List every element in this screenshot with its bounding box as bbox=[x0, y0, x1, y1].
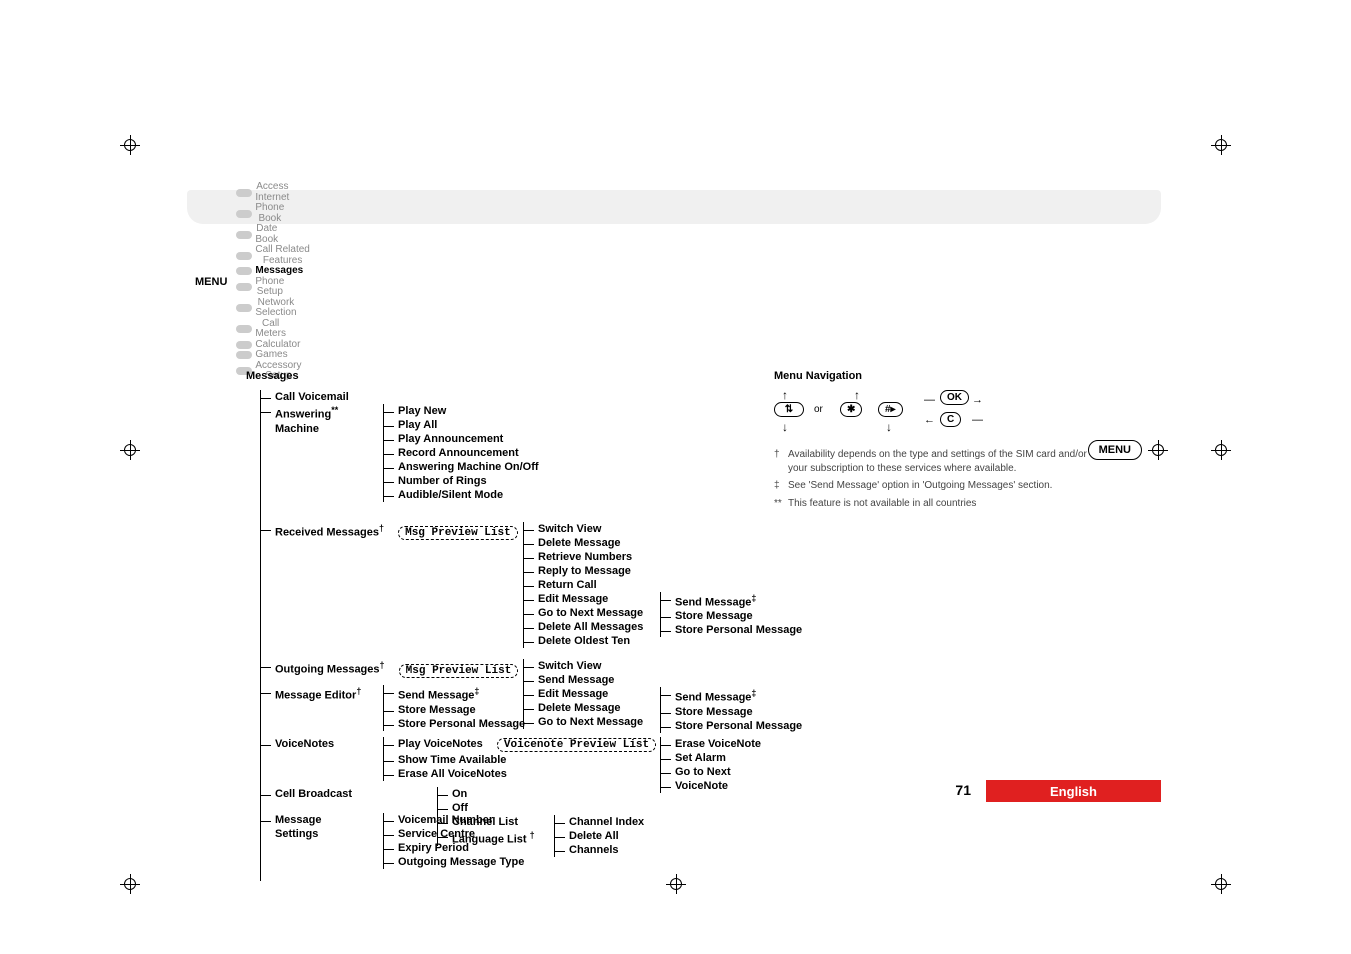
crop-mark bbox=[120, 135, 140, 155]
tree-item: Send Message‡ bbox=[384, 685, 525, 703]
menu-item: Games bbox=[233, 350, 313, 361]
page-number: 71 bbox=[955, 782, 971, 798]
voicenote-preview-chip: Voicenote Preview List bbox=[497, 738, 656, 752]
or-label: or bbox=[814, 404, 823, 415]
tree-item: Play All bbox=[384, 418, 539, 432]
footnote: **This feature is not available in all c… bbox=[774, 497, 1094, 511]
tree-item: Erase VoiceNote bbox=[661, 737, 761, 751]
menu-root-label: MENU bbox=[195, 276, 233, 288]
tree-item: Voicemail Number bbox=[384, 813, 524, 827]
ok-key-icon: OK bbox=[940, 390, 969, 405]
menu-item: DateBook bbox=[233, 224, 313, 245]
menu-navigation-panel: Menu Navigation ↑ ⇅ ↓ or ↑ ✱ #▸ ↓ — OK →… bbox=[774, 370, 1094, 514]
tree-answering-machine: Answering** Machine Play NewPlay AllPlay… bbox=[261, 404, 766, 436]
crop-mark bbox=[1211, 440, 1231, 460]
page-footer: 71 English bbox=[0, 780, 1351, 802]
tree-call-voicemail: Call Voicemail bbox=[261, 390, 766, 404]
footnotes: †Availability depends on the type and se… bbox=[774, 448, 1094, 510]
star-key-icon: ✱ bbox=[840, 402, 862, 417]
crop-mark bbox=[1211, 135, 1231, 155]
menu-item: AccessInternet bbox=[233, 182, 313, 203]
tree-message-settings: Message Settings Voicemail NumberService… bbox=[261, 813, 766, 841]
footnote: ‡See 'Send Message' option in 'Outgoing … bbox=[774, 479, 1094, 493]
menu-item: Messages bbox=[233, 266, 313, 277]
tree-item: Play New bbox=[384, 404, 539, 418]
hash-key-icon: #▸ bbox=[878, 402, 903, 417]
menu-breadcrumb: MENU AccessInternetPhoneBookDateBookCall… bbox=[187, 180, 1161, 230]
menu-badge: MENU bbox=[1088, 440, 1168, 460]
tree-received-messages: Received Messages† Msg Preview List Swit… bbox=[261, 522, 766, 542]
crop-mark bbox=[1211, 874, 1231, 894]
tree-outgoing-messages: Outgoing Messages† Msg Preview List Swit… bbox=[261, 659, 766, 679]
scroll-key-icon: ⇅ bbox=[774, 402, 804, 417]
menu-item: PhoneBook bbox=[233, 203, 313, 224]
tree-message-editor: Message Editor† Send Message‡Store Messa… bbox=[261, 685, 766, 703]
tree-item: Service Centre bbox=[384, 827, 524, 841]
nav-keys-diagram: ↑ ⇅ ↓ or ↑ ✱ #▸ ↓ — OK → ← C — bbox=[774, 388, 1094, 438]
tree-voicenotes: VoiceNotes Play VoiceNotes Voicenote Pre… bbox=[261, 737, 766, 751]
footnote: †Availability depends on the type and se… bbox=[774, 448, 1094, 475]
tree-item: Switch View bbox=[524, 522, 643, 536]
tree-title: Messages bbox=[246, 370, 766, 382]
language-label: English bbox=[986, 780, 1161, 802]
menu-tree: Messages Call Voicemail Answering** Mach… bbox=[246, 370, 766, 881]
crop-mark bbox=[120, 874, 140, 894]
menu-item: CallMeters bbox=[233, 319, 313, 340]
msg-preview-chip: Msg Preview List bbox=[398, 526, 518, 540]
c-key-icon: C bbox=[940, 412, 961, 427]
menu-item: PhoneSetup bbox=[233, 277, 313, 298]
crop-mark bbox=[120, 440, 140, 460]
tree-item: Switch View bbox=[524, 659, 643, 673]
msg-preview-chip: Msg Preview List bbox=[399, 664, 519, 678]
menu-item: NetworkSelection bbox=[233, 298, 313, 319]
menu-nav-title: Menu Navigation bbox=[774, 370, 1094, 382]
menu-item: Call RelatedFeatures bbox=[233, 245, 313, 266]
